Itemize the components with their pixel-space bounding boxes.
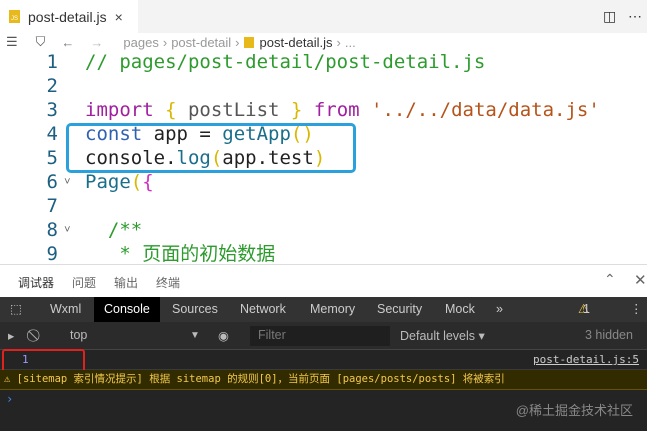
tab-post-detail[interactable]: JS post-detail.js × [0,0,138,33]
close-icon[interactable]: × [115,9,123,25]
list-icon[interactable]: ☰ [6,34,18,50]
console-log-row: 1 post-detail.js:5 [0,349,647,373]
line-number: 7 [46,195,58,217]
crumb-file[interactable]: post-detail.js [260,35,333,50]
devtab-sources[interactable]: Sources [162,297,228,322]
filter-input[interactable]: Filter [250,326,390,346]
console-prompt[interactable]: › [6,392,13,406]
chevron-down-icon[interactable]: ▼ [190,330,200,341]
warning-icon: ⚠ [4,373,17,385]
code-text: import { postList } from '../../data/dat… [85,98,600,122]
crumb-more[interactable]: ... [345,35,356,50]
code-token: '../../data/data.js' [371,99,600,121]
back-icon[interactable]: ← [61,35,74,50]
code-text: Page({ [85,170,154,194]
devtab-memory[interactable]: Memory [300,297,365,322]
devtab-network[interactable]: Network [230,297,296,322]
code-token: Page [85,171,131,193]
bookmark-icon[interactable]: ⛉ [36,34,46,50]
devtab-console[interactable]: Console [94,297,160,322]
code-text: * 页面的初始数据 [85,242,275,264]
collapse-icon[interactable]: ⌃ [604,271,616,288]
warning-count[interactable]: 1 [583,297,590,322]
more-icon[interactable]: ⋯ [628,8,642,25]
log-levels-select[interactable]: Default levels ▾ [400,328,485,343]
line-number: 3 [46,99,58,121]
code-token: /** [85,219,143,241]
editor-tab-bar: JS post-detail.js × ◫ ⋯ [0,0,647,33]
warning-text: [sitemap 索引情况提示] 根据 sitemap 的规则[0]，当前页面 … [16,373,505,385]
console-output: 1 post-detail.js:5 ⚠ [sitemap 索引情况提示] 根据… [0,349,647,431]
crumb-pages[interactable]: pages [123,35,158,50]
code-token: // pages/post-detail/post-detail.js [85,51,486,73]
line-number: 4 [46,123,58,145]
devtab-wxml[interactable]: Wxml [40,297,91,322]
code-token: ( [130,171,143,193]
code-token: * 页面的初始数据 [85,243,276,264]
menu-icon[interactable]: ⋮ [620,297,647,322]
panel-tab-terminal[interactable]: 终端 [156,274,180,291]
eye-icon[interactable]: ◉ [218,328,229,343]
code-editor[interactable]: 1 // pages/post-detail/post-detail.js 2 3 im… [0,50,647,264]
hidden-count: 3 hidden [585,328,633,342]
code-text: /** [85,218,142,242]
panel-tab-problems[interactable]: 问题 [72,274,96,291]
context-select[interactable]: top [70,328,87,342]
code-token: { [165,99,188,121]
line-number: 8 [46,219,58,241]
panel-tab-debugger[interactable]: 调试器 [18,274,55,299]
line-number: 5 [46,147,58,169]
devtab-mock[interactable]: Mock [435,297,485,322]
code-token: from [313,99,372,121]
devtab-security[interactable]: Security [367,297,432,322]
line-number: 9 [46,243,58,264]
js-file-icon [243,36,254,48]
js-file-icon: JS [9,10,20,23]
fold-chevron-icon[interactable]: ˅ [64,170,71,194]
forward-icon[interactable]: → [90,35,103,50]
fold-chevron-icon[interactable]: ˅ [64,218,71,242]
tab-label: post-detail.js [28,8,107,25]
console-warning-row: ⚠ [sitemap 索引情况提示] 根据 sitemap 的规则[0]，当前页… [0,370,647,390]
inspect-icon[interactable]: ⬚ [0,297,32,322]
more-tabs-button[interactable]: » [486,297,513,322]
panel-tab-output[interactable]: 输出 [114,274,138,291]
close-panel-icon[interactable]: ✕ [634,271,647,289]
breadcrumb: ☰ ⛉ ← → pages › post-detail › post-detail.… [6,34,356,50]
panel-header: 调试器 问题 输出 终端 ⌃ ✕ [0,264,647,299]
line-number: 6 [46,171,58,193]
code-text: // pages/post-detail/post-detail.js [85,50,485,74]
split-editor-icon[interactable]: ◫ [603,8,616,25]
highlight-box [66,123,356,173]
code-token: postList [187,99,291,121]
watermark: @稀土掘金技术社区 [515,403,633,418]
code-token: } [290,99,314,121]
console-toolbar: ▸ ⃠ top ▼ ◉ Filter Default levels ▾ 3 hi… [0,322,647,350]
source-link[interactable]: post-detail.js:5 [533,353,639,366]
crumb-post-detail[interactable]: post-detail [171,35,231,50]
line-number: 2 [46,75,58,97]
devtools-tabbar: ⬚ Wxml Console Sources Network Memory Se… [0,297,647,322]
sidebar-toggle-icon[interactable]: ▸ [8,328,14,343]
code-token: import [85,99,166,121]
line-number: 1 [46,51,58,73]
code-token: { [142,171,154,193]
